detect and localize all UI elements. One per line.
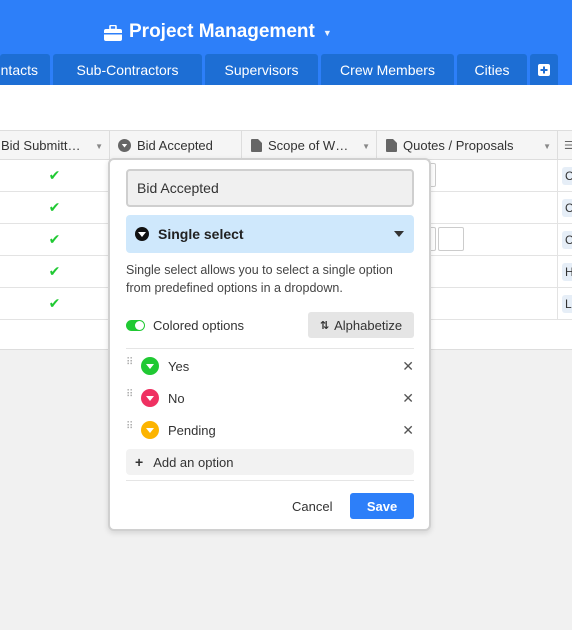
divider — [126, 348, 414, 349]
column-header-cities[interactable]: ☰ — [558, 131, 572, 160]
city-tag[interactable]: C — [562, 199, 572, 217]
colored-options-toggle[interactable] — [126, 320, 145, 331]
remove-option-icon[interactable]: ✕ — [402, 390, 414, 407]
colored-options-label: Colored options — [153, 318, 245, 333]
option-color-chip[interactable] — [141, 421, 159, 439]
chevron-down-icon: ▼ — [322, 28, 332, 38]
divider — [126, 480, 414, 481]
option-label[interactable]: No — [168, 391, 185, 406]
city-tag[interactable]: C — [562, 231, 572, 249]
cancel-button[interactable]: Cancel — [292, 499, 332, 514]
option-row[interactable]: ⠿ Yes ✕ — [126, 354, 414, 378]
table-tabs: ntacts Sub-Contractors Supervisors Crew … — [0, 54, 572, 85]
tab-supervisors[interactable]: Supervisors — [205, 54, 318, 85]
add-table-button[interactable] — [530, 54, 558, 85]
option-color-chip[interactable] — [141, 357, 159, 375]
link-icon: ☰ — [564, 140, 572, 152]
drag-handle-icon[interactable]: ⠿ — [126, 390, 134, 404]
remove-option-icon[interactable]: ✕ — [402, 422, 414, 439]
view-toolbar-area — [0, 85, 572, 130]
drag-handle-icon[interactable]: ⠿ — [126, 422, 134, 436]
column-header-quotes-proposals[interactable]: Quotes / Proposals ▼ — [377, 131, 558, 160]
alphabetize-button[interactable]: ⇅ Alphabetize — [308, 312, 414, 338]
column-header-row: Bid Submitt… ▼ Bid Accepted Scope of W… … — [0, 130, 572, 160]
chevron-down-icon[interactable]: ▼ — [362, 142, 370, 151]
sort-icon: ⇅ — [319, 319, 330, 332]
column-header-scope-of-work[interactable]: Scope of W… ▼ — [242, 131, 377, 160]
checkmark-icon: ✔ — [48, 167, 61, 183]
app-header: Project Management ▼ ntacts Sub-Contract… — [0, 0, 572, 85]
city-tag[interactable]: H — [562, 263, 572, 281]
field-type-label: Single select — [158, 226, 244, 242]
base-title-text: Project Management — [129, 21, 315, 42]
tab-sub-contractors[interactable]: Sub-Contractors — [53, 54, 202, 85]
tab-cities[interactable]: Cities — [457, 54, 527, 85]
single-select-icon — [135, 227, 149, 241]
option-row[interactable]: ⠿ Pending ✕ — [126, 418, 414, 442]
drag-handle-icon[interactable]: ⠿ — [126, 358, 134, 372]
option-label[interactable]: Pending — [168, 423, 216, 438]
briefcase-icon — [104, 24, 122, 41]
checkmark-icon: ✔ — [48, 199, 61, 215]
add-option-button[interactable]: + Add an option — [126, 449, 414, 475]
plus-icon — [538, 63, 550, 76]
field-type-select[interactable]: Single select — [126, 215, 414, 253]
chevron-down-icon[interactable]: ▼ — [543, 142, 551, 151]
attachment-icon — [251, 139, 262, 152]
remove-option-icon[interactable]: ✕ — [402, 358, 414, 375]
field-name-input[interactable]: Bid Accepted — [126, 169, 414, 207]
checkmark-icon: ✔ — [48, 263, 61, 279]
single-select-icon — [118, 139, 131, 152]
tab-contacts[interactable]: ntacts — [0, 54, 50, 85]
column-header-bid-submitted[interactable]: Bid Submitt… ▼ — [0, 131, 110, 160]
checkmark-icon: ✔ — [48, 231, 61, 247]
option-color-chip[interactable] — [141, 389, 159, 407]
chevron-down-icon[interactable]: ▼ — [95, 142, 103, 151]
field-config-dialog: Bid Accepted Single select Single select… — [108, 158, 431, 531]
checkmark-icon: ✔ — [48, 295, 61, 311]
plus-icon: + — [135, 454, 144, 470]
field-type-description: Single select allows you to select a sin… — [126, 263, 393, 295]
option-label[interactable]: Yes — [168, 359, 189, 374]
city-tag[interactable]: L — [562, 295, 572, 313]
save-button[interactable]: Save — [350, 493, 414, 519]
attachment-icon — [386, 139, 397, 152]
caret-down-icon — [394, 231, 404, 237]
base-title[interactable]: Project Management ▼ — [104, 19, 332, 45]
option-row[interactable]: ⠿ No ✕ — [126, 386, 414, 410]
column-header-bid-accepted[interactable]: Bid Accepted — [110, 131, 242, 160]
city-tag[interactable]: C — [562, 167, 572, 185]
tab-crew-members[interactable]: Crew Members — [321, 54, 454, 85]
attachment-thumbnail[interactable] — [438, 227, 464, 251]
